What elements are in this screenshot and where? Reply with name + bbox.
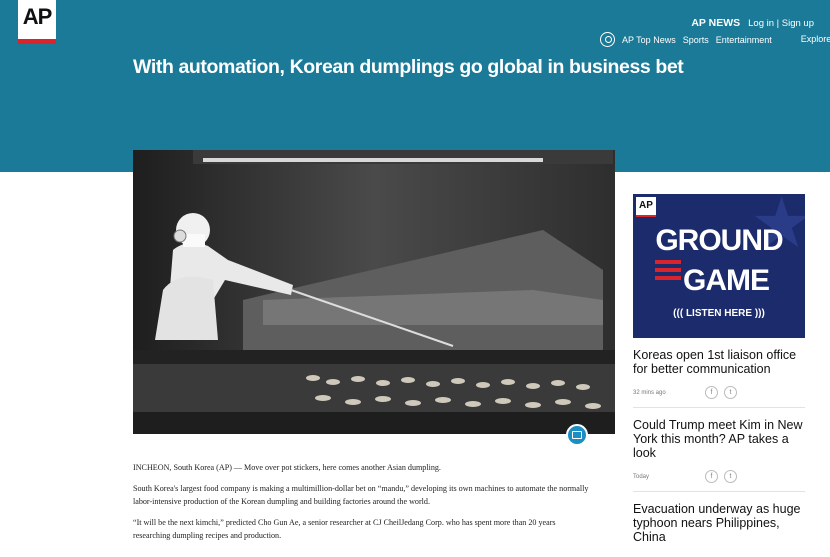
nav-explore[interactable]: Explore ⌄ <box>801 34 830 45</box>
facebook-icon[interactable]: f <box>705 386 718 399</box>
gallery-button[interactable] <box>566 424 588 446</box>
search-icon[interactable] <box>600 32 615 47</box>
article-body: INCHEON, South Korea (AP) — Move over po… <box>133 461 593 550</box>
gallery-icon <box>572 431 582 439</box>
top-right-bar: AP NEWS Log in | Sign up <box>691 17 814 29</box>
ap-news-link[interactable]: AP NEWS <box>691 17 740 29</box>
site-header: AP AP NEWS Log in | Sign up AP Top News … <box>0 0 830 172</box>
listen-here-button[interactable]: ((( LISTEN HERE ))) <box>633 308 805 319</box>
login-signup-link[interactable]: Log in | Sign up <box>748 18 814 29</box>
ad-logo-text: AP <box>639 200 653 211</box>
nav-top-news[interactable]: AP Top News <box>622 35 676 45</box>
right-rail: ★ AP GROUND GAME ((( LISTEN HERE ))) Kor… <box>633 194 805 552</box>
facebook-icon[interactable]: f <box>705 470 718 483</box>
story-title[interactable]: Koreas open 1st liaison office for bette… <box>633 348 805 376</box>
sidebar-story[interactable]: Koreas open 1st liaison office for bette… <box>633 338 805 408</box>
logo-text: AP <box>22 4 53 29</box>
paragraph-3: “It will be the next kimchi,” predicted … <box>133 518 556 540</box>
ad-line-2: GAME <box>683 264 770 297</box>
article-title: With automation, Korean dumplings go glo… <box>133 56 684 78</box>
story-meta: Today f t <box>633 470 805 483</box>
twitter-icon[interactable]: t <box>724 386 737 399</box>
story-meta: 32 mins ago f t <box>633 386 805 399</box>
sidebar-story[interactable]: Evacuation underway as huge typhoon near… <box>633 492 805 552</box>
ad-ap-logo: AP <box>636 197 656 217</box>
hero-photo[interactable] <box>133 150 615 434</box>
explore-label: Explore <box>800 34 830 44</box>
ap-logo[interactable]: AP <box>18 0 56 44</box>
ad-stripes-left <box>655 260 681 284</box>
sidebar-story[interactable]: Could Trump meet Kim in New York this mo… <box>633 408 805 492</box>
story-time: Today <box>633 473 650 480</box>
ground-game-ad[interactable]: ★ AP GROUND GAME ((( LISTEN HERE ))) <box>633 194 805 338</box>
nav-entertainment[interactable]: Entertainment <box>716 35 772 45</box>
story-title[interactable]: Could Trump meet Kim in New York this mo… <box>633 418 805 460</box>
ad-line-1: GROUND <box>655 224 783 257</box>
paragraph-1: INCHEON, South Korea (AP) — Move over po… <box>133 463 441 472</box>
paragraph-2: South Korea's largest food company is ma… <box>133 484 589 506</box>
story-title[interactable]: Evacuation underway as huge typhoon near… <box>633 502 805 544</box>
story-time: 32 mins ago <box>633 389 666 396</box>
nav-sports[interactable]: Sports <box>683 35 709 45</box>
twitter-icon[interactable]: t <box>724 470 737 483</box>
main-nav: AP Top News Sports Entertainment Explore… <box>600 32 830 47</box>
